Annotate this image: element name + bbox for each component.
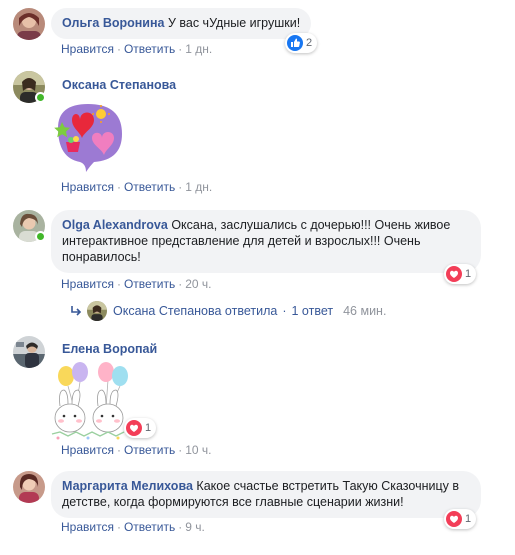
comment-author[interactable]: Маргарита Мелихова: [62, 479, 193, 493]
comment-author[interactable]: Olga Alexandrova: [62, 218, 168, 232]
reply-link[interactable]: Ответить: [124, 180, 175, 194]
reaction-count[interactable]: 1: [444, 264, 477, 284]
timestamp[interactable]: 20 ч.: [185, 277, 211, 291]
comment-bubble: Ольга Воронина У вас чУдные игрушки!: [51, 8, 312, 39]
comment-actions: Нравится · Ответить · 20 ч.: [61, 277, 212, 291]
comment-author[interactable]: Елена Воропай: [62, 342, 157, 356]
separator: ·: [116, 180, 121, 194]
separator: ·: [282, 304, 287, 318]
replier-name[interactable]: Оксана Степанова ответила: [113, 304, 277, 318]
timestamp[interactable]: 1 дн.: [185, 180, 212, 194]
comment-bubble: Olga Alexandrova Оксана, заслушались с д…: [51, 210, 481, 273]
love-icon: [446, 511, 462, 527]
comment-bubble: Маргарита Мелихова Какое счастье встрети…: [51, 471, 481, 518]
comment-author[interactable]: Оксана Степанова: [62, 78, 176, 92]
like-link[interactable]: Нравится: [61, 42, 114, 56]
online-indicator: [35, 231, 46, 242]
comment-actions: Нравится · Ответить · 9 ч.: [61, 520, 205, 534]
hearts-speech-bubble-sticker[interactable]: [50, 98, 126, 174]
view-replies-link[interactable]: Оксана Степанова ответила · 1 ответ 46 м…: [69, 301, 386, 321]
online-indicator: [35, 92, 46, 103]
comment-text: У вас чУдные игрушки!: [167, 16, 301, 30]
separator: ·: [178, 520, 183, 534]
reaction-count[interactable]: 1: [124, 418, 157, 438]
reaction-number: 1: [465, 268, 472, 280]
separator: ·: [178, 277, 183, 291]
comment-author[interactable]: Ольга Воронина: [62, 16, 164, 30]
reply-link[interactable]: Ответить: [124, 443, 175, 457]
love-icon: [446, 266, 462, 282]
reaction-count[interactable]: 1: [444, 509, 477, 529]
separator: ·: [116, 520, 121, 534]
separator: ·: [116, 277, 121, 291]
reply-time: 46 мин.: [343, 304, 387, 318]
like-icon: [287, 35, 303, 51]
timestamp[interactable]: 9 ч.: [185, 520, 205, 534]
comment-actions: Нравится · Ответить · 10 ч.: [61, 443, 212, 457]
separator: ·: [178, 180, 183, 194]
reply-link[interactable]: Ответить: [124, 277, 175, 291]
reply-avatar: [87, 301, 107, 321]
like-link[interactable]: Нравится: [61, 520, 114, 534]
reply-link[interactable]: Ответить: [124, 42, 175, 56]
reaction-count[interactable]: 2: [285, 33, 318, 53]
love-icon: [126, 420, 142, 436]
reply-arrow-icon: [69, 304, 83, 318]
reply-link[interactable]: Ответить: [124, 520, 175, 534]
reaction-number: 2: [306, 37, 313, 49]
separator: ·: [116, 42, 121, 56]
avatar[interactable]: [13, 471, 45, 503]
separator: ·: [178, 42, 183, 56]
separator: ·: [116, 443, 121, 457]
comment-actions: Нравится · Ответить · 1 дн.: [61, 42, 212, 56]
comment-actions: Нравится · Ответить · 1 дн.: [61, 180, 212, 194]
separator: ·: [178, 443, 183, 457]
avatar[interactable]: [13, 8, 45, 40]
timestamp[interactable]: 1 дн.: [185, 42, 212, 56]
reaction-number: 1: [145, 422, 152, 434]
reply-count[interactable]: 1 ответ: [292, 304, 334, 318]
avatar[interactable]: [13, 336, 45, 368]
like-link[interactable]: Нравится: [61, 443, 114, 457]
bunnies-balloons-sticker[interactable]: [48, 360, 132, 440]
timestamp[interactable]: 10 ч.: [185, 443, 211, 457]
reaction-number: 1: [465, 513, 472, 525]
like-link[interactable]: Нравится: [61, 277, 114, 291]
like-link[interactable]: Нравится: [61, 180, 114, 194]
